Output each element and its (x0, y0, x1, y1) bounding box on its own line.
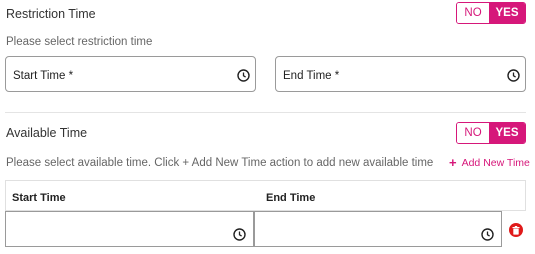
clock-icon[interactable] (481, 228, 494, 241)
restriction-end-time-field[interactable]: End Time * (275, 56, 526, 92)
available-table-header: Start Time End Time (5, 180, 526, 211)
clock-icon[interactable] (507, 69, 520, 82)
restriction-yes-option[interactable]: YES (489, 3, 525, 23)
column-header-end-time: End Time (266, 192, 316, 204)
add-new-time-label: Add New Time (461, 157, 530, 169)
available-yes-option[interactable]: YES (489, 123, 525, 143)
clock-icon[interactable] (237, 69, 250, 82)
plus-icon: + (449, 155, 457, 170)
column-header-start-time: Start Time (12, 192, 66, 204)
available-title: Available Time (6, 126, 88, 140)
trash-icon (512, 225, 520, 235)
restriction-hint: Please select restriction time (6, 36, 153, 48)
available-no-option[interactable]: NO (457, 123, 490, 143)
restriction-start-time-label: Start Time * (13, 70, 74, 82)
clock-icon[interactable] (233, 228, 246, 241)
delete-row-button[interactable] (509, 223, 523, 237)
restriction-title: Restriction Time (6, 7, 96, 21)
restriction-toggle[interactable]: NO YES (456, 2, 526, 24)
restriction-end-time-label: End Time * (283, 70, 340, 82)
available-toggle[interactable]: NO YES (456, 122, 526, 144)
section-divider (5, 112, 526, 113)
available-start-time-input[interactable] (5, 211, 254, 247)
available-hint: Please select available time. Click + Ad… (6, 157, 434, 169)
available-end-time-input[interactable] (254, 211, 502, 247)
restriction-start-time-field[interactable]: Start Time * (5, 56, 256, 92)
restriction-no-option[interactable]: NO (457, 3, 490, 23)
add-new-time-button[interactable]: + Add New Time (449, 155, 530, 170)
